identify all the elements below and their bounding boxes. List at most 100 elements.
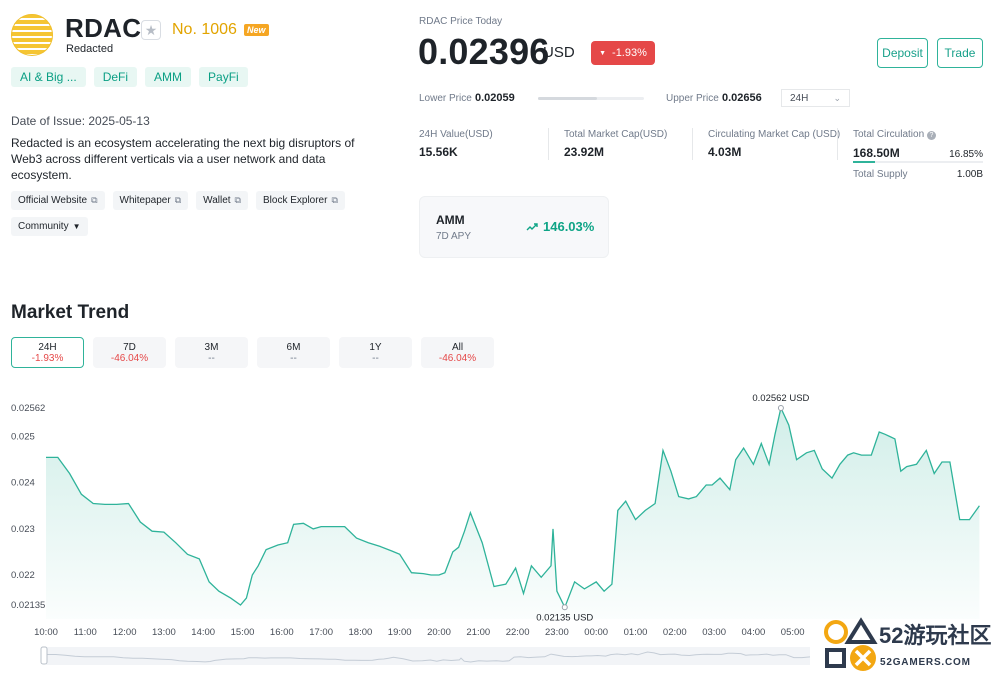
tab-7d[interactable]: 7D -46.04% [93, 337, 166, 368]
lower-price-value: 0.02059 [475, 92, 515, 104]
coin-rank: No. 1006 [172, 21, 237, 38]
y-tick-label: 0.022 [11, 570, 35, 581]
tag-list: AI & Big ... DeFi AMM PayFi [11, 67, 248, 87]
price-unit: USD [543, 44, 575, 61]
price-area [46, 408, 980, 619]
stat-total-circulation: Total Circulation ? [853, 129, 936, 140]
apy-label: 7D APY [436, 231, 472, 242]
tab-24h[interactable]: 24H -1.93% [11, 337, 84, 368]
price-value: 0.02396 [418, 31, 550, 72]
apy-value-row: 146.03% [526, 219, 594, 234]
price-change: -1.93% [612, 47, 647, 59]
divider [837, 128, 838, 160]
x-tick-label: 23:00 [545, 627, 569, 638]
x-tick-label: 02:00 [663, 627, 687, 638]
divider [548, 128, 549, 160]
price-label: RDAC Price Today [419, 16, 503, 27]
community-dropdown[interactable]: Community ▼ [11, 217, 88, 236]
y-tick-label: 0.023 [11, 524, 35, 535]
svg-text:52游玩社区: 52游玩社区 [879, 623, 991, 648]
chart-navigator[interactable] [46, 647, 810, 665]
x-tick-label: 15:00 [231, 627, 255, 638]
divider [692, 128, 693, 160]
circulation-bar-fill [853, 161, 875, 163]
x-tick-label: 05:00 [781, 627, 805, 638]
block-explorer-link[interactable]: Block Explorer ⧉ [255, 191, 345, 210]
tag-payfi[interactable]: PayFi [199, 67, 248, 87]
x-tick-label: 14:00 [191, 627, 215, 638]
issue-date: Date of Issue: 2025-05-13 [11, 114, 150, 128]
navigator-handle[interactable] [40, 646, 48, 665]
coin-name: Redacted [66, 43, 114, 55]
tag-amm[interactable]: AMM [145, 67, 192, 87]
external-link-icon: ⧉ [331, 195, 338, 205]
external-link-icon: ⧉ [234, 195, 241, 205]
price-range-fill [538, 97, 598, 100]
watermark-logo: 52游玩社区 52GAMERS.COM [824, 617, 991, 671]
y-tick-label: 0.02135 [11, 600, 45, 611]
link-list: Official Website ⧉ Whitepaper ⧉ Wallet ⧉ Bl… [11, 191, 371, 236]
circulation-row: 168.50M 16.85% [853, 146, 983, 160]
lower-price-label: Lower Price [419, 93, 472, 104]
price-change-badge: ▼ -1.93% [591, 41, 655, 65]
coin-logo [11, 14, 53, 56]
star-icon[interactable]: ★ [141, 20, 161, 40]
circulation-value: 168.50M [853, 146, 900, 160]
circulation-percent: 16.85% [949, 149, 983, 160]
deposit-button[interactable]: Deposit [877, 38, 928, 68]
x-tick-label: 18:00 [349, 627, 373, 638]
coin-description: Redacted is an ecosystem accelerating th… [11, 136, 355, 182]
x-tick-label: 12:00 [113, 627, 137, 638]
coin-symbol: RDAC [65, 13, 142, 43]
wallet-link[interactable]: Wallet ⧉ [196, 191, 248, 210]
tag-ai[interactable]: AI & Big ... [11, 67, 86, 87]
upper-price-value: 0.02656 [722, 92, 762, 104]
stat-circ-market-cap: Circulating Market Cap (USD) 4.03M [708, 129, 841, 159]
upper-price-label: Upper Price [666, 93, 719, 104]
trend-up-icon [526, 222, 538, 230]
min-label: 0.02135 USD [536, 612, 593, 623]
total-supply-row: Total Supply 1.00B [853, 169, 983, 180]
chevron-down-icon: ⌄ [833, 92, 841, 103]
tab-all[interactable]: All -46.04% [421, 337, 494, 368]
official-website-link[interactable]: Official Website ⧉ [11, 191, 105, 210]
max-point [777, 405, 784, 411]
y-tick-label: 0.025 [11, 432, 35, 443]
x-tick-label: 17:00 [309, 627, 333, 638]
x-tick-label: 04:00 [742, 627, 766, 638]
x-tick-label: 10:00 [34, 627, 58, 638]
x-tick-label: 20:00 [427, 627, 451, 638]
max-label: 0.02562 USD [752, 393, 809, 404]
x-tick-label: 00:00 [584, 627, 608, 638]
trade-button[interactable]: Trade [937, 38, 983, 68]
range-select[interactable]: 24H ⌄ [781, 89, 850, 107]
whitepaper-link[interactable]: Whitepaper ⧉ [112, 191, 189, 210]
stat-24h-value: 24H Value(USD) 15.56K [419, 129, 493, 159]
external-link-icon: ⧉ [91, 195, 98, 205]
x-tick-label: 01:00 [624, 627, 648, 638]
tag-defi[interactable]: DeFi [93, 67, 138, 87]
caret-down-icon: ▼ [599, 49, 607, 57]
apy-value: 146.03% [543, 219, 595, 234]
y-tick-label: 0.02562 [11, 403, 45, 414]
svg-text:52GAMERS.COM: 52GAMERS.COM [880, 657, 971, 668]
trend-tabs: 24H -1.93% 7D -46.04% 3M -- 6M -- 1Y -- All -4… [11, 337, 494, 368]
min-point [561, 604, 568, 611]
tab-1y[interactable]: 1Y -- [339, 337, 412, 368]
tab-3m[interactable]: 3M -- [175, 337, 248, 368]
chevron-down-icon: ▼ [72, 222, 81, 231]
x-tick-label: 16:00 [270, 627, 294, 638]
x-tick-label: 19:00 [388, 627, 412, 638]
help-icon[interactable]: ? [926, 131, 936, 140]
apy-card[interactable]: AMM 7D APY 146.03% [419, 196, 609, 258]
x-tick-label: 03:00 [702, 627, 726, 638]
y-tick-label: 0.024 [11, 478, 35, 489]
external-link-icon: ⧉ [174, 195, 182, 205]
x-tick-label: 11:00 [74, 627, 97, 638]
apy-pool: AMM [436, 213, 465, 227]
tab-6m[interactable]: 6M -- [257, 337, 330, 368]
stat-market-cap: Total Market Cap(USD) 23.92M [564, 129, 668, 159]
x-tick-label: 13:00 [152, 627, 176, 638]
new-badge: New [244, 24, 269, 36]
x-tick-label: 22:00 [506, 627, 530, 638]
